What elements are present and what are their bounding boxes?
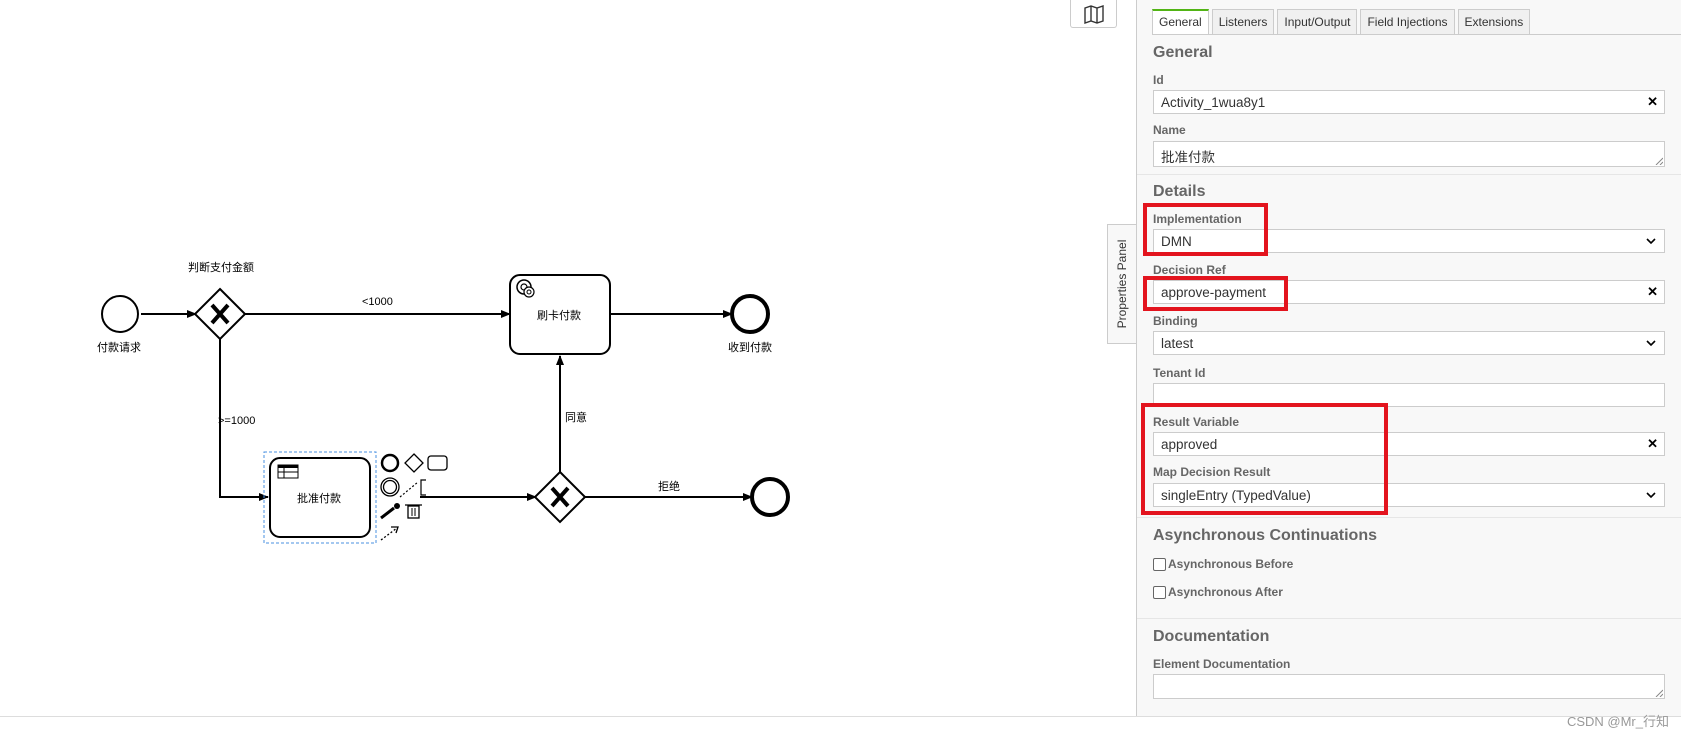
minimap-toggle-button[interactable] <box>1070 0 1117 28</box>
section-divider <box>1137 174 1681 175</box>
properties-panel-toggle-label: Properties Panel <box>1115 239 1129 329</box>
decision-ref-label: Decision Ref <box>1153 263 1226 277</box>
append-task-icon <box>427 455 448 471</box>
flow-reject-label[interactable]: 拒绝 <box>658 478 680 494</box>
id-field[interactable]: Activity_1wua8y1 ✕ <box>1153 90 1665 114</box>
binding-value: latest <box>1161 336 1194 351</box>
exclusive-gateway-amount[interactable] <box>193 287 247 341</box>
flow-agree-label[interactable]: 同意 <box>565 409 587 425</box>
tabs-divider <box>1152 34 1681 35</box>
details-group-title: Details <box>1153 183 1206 200</box>
properties-panel-toggle[interactable]: Properties Panel <box>1107 224 1136 344</box>
tab-general[interactable]: General <box>1152 9 1209 35</box>
bpmn-canvas[interactable]: 判断支付金额 付款请求 <1000 >=1000 刷卡付款 收到付款 批准付款 … <box>0 0 1136 716</box>
bpmn-diagram <box>101 274 790 544</box>
table-icon <box>277 464 299 479</box>
flow-lt1000-label[interactable]: <1000 <box>362 296 393 308</box>
element-documentation-field[interactable] <box>1153 674 1665 699</box>
append-text-annotation-icon <box>399 479 426 498</box>
approve-task-label[interactable]: 批准付款 <box>297 490 341 506</box>
async-group-title: Asynchronous Continuations <box>1153 527 1377 544</box>
chevron-down-icon <box>1646 340 1656 347</box>
append-end-event-icon <box>380 453 400 473</box>
name-label: Name <box>1153 123 1186 137</box>
tenant-id-label: Tenant Id <box>1153 366 1206 380</box>
binding-select[interactable]: latest <box>1153 331 1665 355</box>
watermark: CSDN @Mr_行知 <box>1566 714 1669 729</box>
async-before-box[interactable] <box>1153 557 1166 571</box>
clear-result-variable-icon[interactable]: ✕ <box>1647 436 1658 452</box>
end-event-rejected[interactable] <box>750 477 790 517</box>
properties-panel: General Listeners Input/Output Field Inj… <box>1136 0 1681 716</box>
highlight-box-decision-ref <box>1143 276 1288 311</box>
end-event-received[interactable] <box>730 294 770 334</box>
tab-input-output[interactable]: Input/Output <box>1277 9 1358 34</box>
exclusive-gateway-decision[interactable] <box>533 470 587 524</box>
highlight-box-result <box>1141 403 1388 515</box>
binding-label: Binding <box>1153 314 1198 328</box>
tab-extensions[interactable]: Extensions <box>1457 9 1531 34</box>
change-type-wrench-icon <box>380 503 400 520</box>
bottom-bar <box>0 716 1681 738</box>
async-after-box[interactable] <box>1153 585 1166 599</box>
async-after-checkbox[interactable]: Asynchronous After <box>1153 585 1283 599</box>
clear-decision-ref-icon[interactable]: ✕ <box>1647 284 1658 300</box>
id-value: Activity_1wua8y1 <box>1161 95 1266 110</box>
gateway-amount-label[interactable]: 判断支付金额 <box>188 259 254 275</box>
delete-trash-icon <box>405 504 422 519</box>
id-label: Id <box>1153 73 1164 87</box>
chevron-down-icon <box>1646 238 1656 245</box>
tab-field-injections[interactable]: Field Injections <box>1360 9 1455 34</box>
section-divider <box>1137 618 1681 619</box>
start-event[interactable] <box>101 295 139 333</box>
resize-handle-icon[interactable] <box>1655 157 1663 165</box>
section-divider <box>1137 517 1681 518</box>
resize-handle-icon[interactable] <box>1655 689 1663 697</box>
async-before-checkbox[interactable]: Asynchronous Before <box>1153 557 1293 571</box>
tab-listeners[interactable]: Listeners <box>1211 9 1275 34</box>
documentation-group-title: Documentation <box>1153 628 1270 645</box>
general-group-title: General <box>1153 44 1213 61</box>
name-value: 批准付款 <box>1161 150 1215 165</box>
map-icon <box>1083 4 1104 24</box>
async-after-label: Asynchronous After <box>1168 585 1283 599</box>
start-event-label[interactable]: 付款请求 <box>97 339 141 355</box>
chevron-down-icon <box>1646 492 1656 499</box>
name-field[interactable]: 批准付款 <box>1153 141 1665 167</box>
end-received-label[interactable]: 收到付款 <box>728 339 772 355</box>
card-task-label[interactable]: 刷卡付款 <box>537 307 581 323</box>
flow-ge1000-label[interactable]: >=1000 <box>218 415 255 427</box>
panel-tabs: General Listeners Input/Output Field Inj… <box>1152 9 1531 35</box>
async-before-label: Asynchronous Before <box>1168 557 1294 571</box>
connect-arrow-icon <box>380 526 399 541</box>
highlight-box-implementation <box>1143 203 1268 256</box>
clear-id-icon[interactable]: ✕ <box>1647 94 1658 110</box>
element-documentation-label: Element Documentation <box>1153 657 1291 671</box>
append-gateway-icon <box>404 453 424 473</box>
